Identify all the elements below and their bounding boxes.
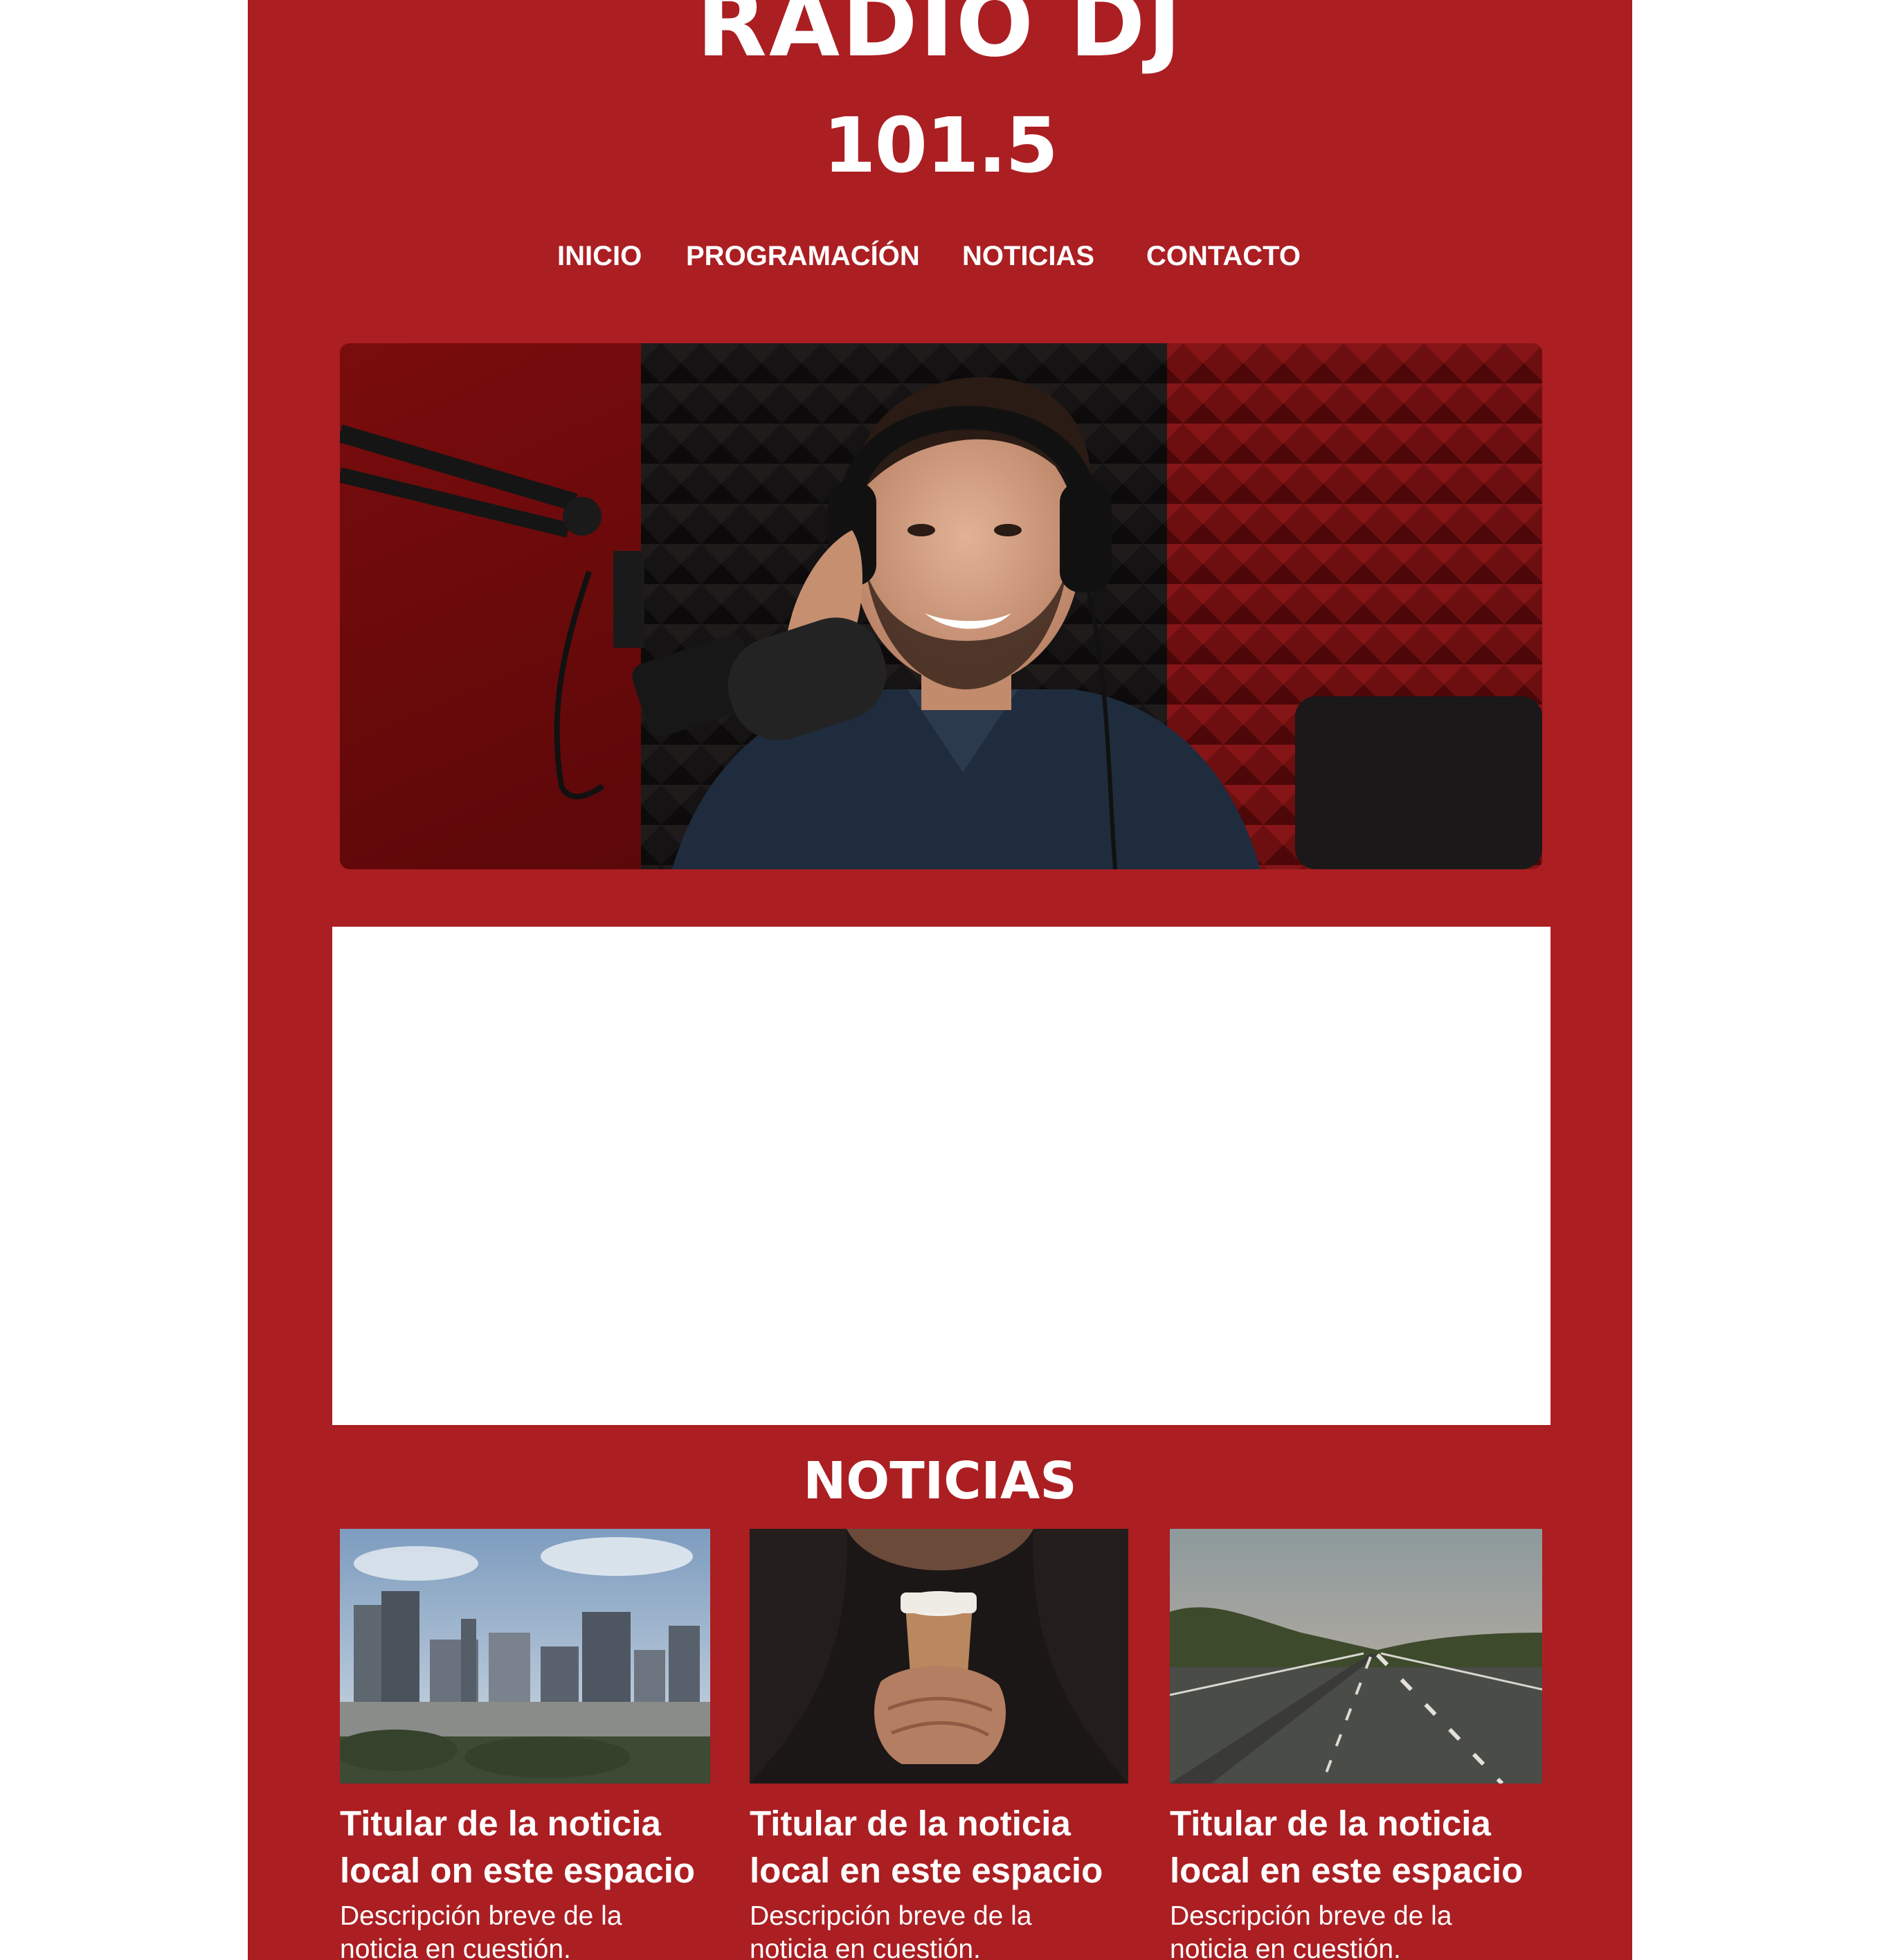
news-description-line: Descripción breve de la	[1170, 1901, 1452, 1931]
news-description-line: noticia en cuestión.	[340, 1934, 571, 1960]
news-headline-line: Titular de la noticia	[340, 1804, 661, 1843]
nav-link-contacto[interactable]: CONTACTO	[1146, 235, 1301, 277]
news-description: Descripción breve de la noticia en cuest…	[750, 1900, 1128, 1960]
news-description: Descripción breve de la noticia en cuest…	[1170, 1900, 1542, 1960]
main-nav: INICIO PROGRAMACÍÓN NOTICIAS CONTACTO	[248, 235, 1632, 277]
news-card[interactable]: Titular de la noticia local en este espa…	[750, 1529, 1128, 1960]
news-description-line: Descripción breve de la	[750, 1901, 1032, 1931]
news-headline[interactable]: Titular de la noticia local en este espa…	[750, 1800, 1128, 1894]
news-card[interactable]: Titular de la noticia local on este espa…	[340, 1529, 710, 1960]
news-headline-line: local en este espacio	[1170, 1851, 1524, 1890]
news-section-title: NOTICIAS	[803, 1451, 1077, 1511]
news-image-city-skyline[interactable]	[340, 1529, 710, 1784]
news-image-coffee-cup[interactable]	[750, 1529, 1128, 1784]
news-headline-line: Titular de la noticia	[1170, 1804, 1491, 1843]
news-description-line: noticia en cuestión.	[750, 1934, 981, 1960]
news-headline[interactable]: Titular de la noticia local en este espa…	[1170, 1800, 1542, 1894]
station-name-logo[interactable]: RADIO DJ	[248, 0, 1632, 76]
news-description: Descripción breve de la noticia en cuest…	[340, 1900, 710, 1960]
nav-link-inicio[interactable]: INICIO	[557, 235, 642, 277]
news-headline[interactable]: Titular de la noticia local on este espa…	[340, 1800, 710, 1894]
news-image-highway[interactable]	[1170, 1529, 1542, 1784]
news-headline-line: local en este espacio	[750, 1851, 1103, 1890]
page-container: RADIO DJ 101.5 INICIO PROGRAMACÍÓN NOTIC…	[248, 0, 1632, 1960]
news-headline-line: local on este espacio	[340, 1851, 696, 1890]
news-card[interactable]: Titular de la noticia local en este espa…	[1170, 1529, 1542, 1960]
embed-placeholder-panel	[332, 927, 1551, 1425]
news-headline-line: Titular de la noticia	[750, 1804, 1071, 1843]
station-frequency: 101.5	[823, 101, 1058, 190]
nav-link-programacion[interactable]: PROGRAMACÍÓN	[686, 235, 920, 277]
news-description-line: Descripción breve de la	[340, 1901, 622, 1931]
hero-image-radio-host	[340, 343, 1542, 869]
news-description-line: noticia en cuestión.	[1170, 1934, 1401, 1960]
nav-link-noticias[interactable]: NOTICIAS	[962, 235, 1094, 277]
